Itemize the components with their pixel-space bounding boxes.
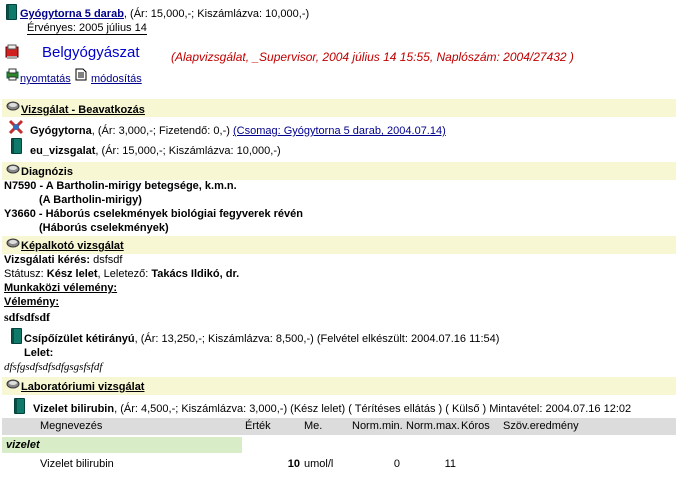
- exam-item-2-detail: , (Ár: 15,000,-; Kiszámlázva: 10,000,-): [95, 145, 281, 157]
- imaging-opinion-label: Vélemény:: [4, 296, 60, 308]
- results-group-label: vizelet: [6, 439, 40, 451]
- book-icon: [6, 4, 17, 20]
- exam-item-1-package-link[interactable]: (Csomag: Gyógytorna 5 darab, 2004.07.14): [233, 125, 446, 137]
- lab-item: Vizelet bilirubin, (Ár: 4,500,-; Kiszáml…: [33, 403, 631, 415]
- exam-item-2: eu_vizsgalat, (Ár: 15,000,-; Kiszámlázva…: [30, 145, 281, 157]
- result-value: 10: [287, 458, 300, 470]
- imaging-item-detail: , (Ár: 13,250,-; Kiszámlázva: 8,500,-) (…: [134, 333, 500, 345]
- imaging-reporter-value: Takács Ildikó, dr.: [151, 268, 240, 280]
- diagnosis-2-sub: (Háborús cselekmények): [39, 222, 169, 234]
- printer-icon[interactable]: [6, 68, 19, 81]
- package-price: , (Ár: 15,000,-; Kiszámlázva: 10,000,-): [123, 8, 310, 20]
- exam-item-1-name: Gyógytorna: [30, 125, 92, 137]
- diagnosis-1: N7590 - A Bartholin-mirigy betegsége, k.…: [4, 180, 237, 192]
- column-header-text-result: Szöv.eredmény: [503, 420, 579, 432]
- therapy-icon: [8, 119, 24, 135]
- imaging-item-name: Csípőízület kétirányú: [24, 333, 135, 345]
- results-group-row: vizelet: [2, 437, 242, 453]
- imaging-status-value: Kész lelet: [46, 268, 98, 280]
- results-table-header: Megnevezés Érték Me. Norm.min. Norm.max.…: [2, 418, 676, 435]
- stethoscope-icon: [5, 44, 19, 59]
- column-header-abnormal: Kóros: [461, 420, 490, 432]
- imaging-section-title[interactable]: Képalkotó vizsgálat: [21, 240, 124, 252]
- edit-link[interactable]: módosítás: [91, 73, 142, 85]
- column-header-name: Megnevezés: [40, 420, 103, 432]
- imaging-reporter-label: , Leletező:: [97, 268, 152, 280]
- book-icon: [14, 398, 25, 414]
- page-subtitle: (Alapvizsgálat, _Supervisor, 2004 július…: [171, 50, 574, 64]
- diagnosis-1-sub: (A Bartholin-mirigy): [39, 194, 142, 206]
- lab-section-title[interactable]: Laboratóriumi vizsgálat: [21, 381, 144, 393]
- exam-item-1-detail: , (Ár: 3,000,-; Fizetendő: 0,-): [91, 125, 230, 137]
- imaging-interim-label: Munkaközi vélemény:: [4, 282, 118, 294]
- page-title: Belgyógyászat: [42, 44, 140, 61]
- folder-icon: [6, 238, 20, 248]
- column-header-norm-max: Norm.max.: [406, 420, 460, 432]
- imaging-request: Vizsgálati kérés: dsfsdf: [4, 254, 122, 266]
- lab-item-detail: , (Ár: 4,500,-; Kiszámlázva: 3,000,-) (K…: [114, 403, 632, 415]
- book-icon: [11, 138, 22, 154]
- column-header-unit: Me.: [304, 420, 323, 432]
- imaging-request-label: Vizsgálati kérés:: [4, 254, 91, 266]
- document-icon[interactable]: [75, 68, 87, 81]
- imaging-item: Csípőízület kétirányú, (Ár: 13,250,-; Ki…: [24, 333, 499, 345]
- exam-item-1: Gyógytorna, (Ár: 3,000,-; Fizetendő: 0,-…: [30, 125, 446, 137]
- diagnosis-section-title: Diagnózis: [21, 166, 73, 178]
- result-unit: umol/l: [304, 458, 334, 470]
- folder-icon: [6, 101, 20, 111]
- imaging-request-value: dsfsdf: [90, 254, 123, 266]
- imaging-finding-value: dfsfgsdfsdfsdfgsgsfsfdf: [4, 361, 103, 373]
- folder-icon: [6, 379, 20, 389]
- imaging-status: Státusz: Kész lelet, Leletező: Takács Il…: [4, 268, 239, 280]
- imaging-opinion-value: sdfsdfsdf: [4, 310, 51, 324]
- print-link[interactable]: nyomtatás: [20, 73, 71, 85]
- imaging-finding-label: Lelet:: [24, 347, 54, 359]
- package-line: Gyógytorna 5 darab, (Ár: 15,000,-; Kiszá…: [20, 8, 309, 20]
- column-header-norm-min: Norm.min.: [352, 420, 403, 432]
- package-link[interactable]: Gyógytorna 5 darab: [20, 8, 124, 20]
- package-validity: Érvényes: 2005 július 14: [27, 22, 147, 35]
- result-norm-min: 0: [393, 458, 400, 470]
- imaging-status-label: Státusz:: [4, 268, 47, 280]
- diagnosis-section-bar: [2, 162, 676, 180]
- book-icon: [11, 328, 22, 344]
- diagnosis-2: Y3660 - Háborús cselekmények biológiai f…: [4, 208, 303, 220]
- result-norm-max: 11: [444, 458, 456, 470]
- result-name: Vizelet bilirubin: [40, 458, 114, 470]
- column-header-value: Érték: [245, 420, 271, 432]
- lab-item-name: Vizelet bilirubin: [33, 403, 115, 415]
- exam-section-title[interactable]: Vizsgálat - Beavatkozás: [21, 104, 145, 116]
- folder-icon: [6, 164, 20, 174]
- exam-item-2-name: eu_vizsgalat: [30, 145, 96, 157]
- table-row: Vizelet bilirubin 10 umol/l 0 11: [2, 456, 676, 472]
